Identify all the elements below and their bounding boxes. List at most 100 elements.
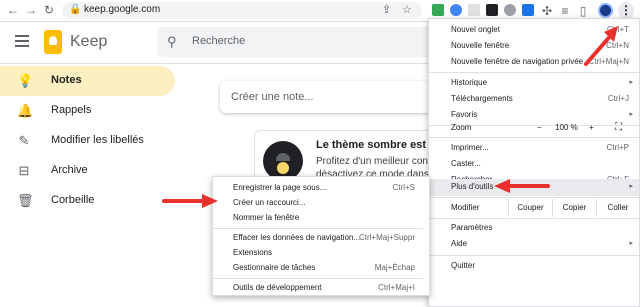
hamburger-menu-icon[interactable] xyxy=(15,35,29,50)
reading-list-icon[interactable]: ≡ xyxy=(558,4,572,18)
menu-item-label: Créer un raccourci... xyxy=(233,198,306,207)
search-placeholder: Recherche xyxy=(192,35,246,47)
sidebar-item-reminders[interactable]: 🔔 Rappels xyxy=(0,96,175,126)
note-placeholder: Créer une note... xyxy=(231,91,314,103)
submenu-item-dev-tools[interactable]: Outils de développement Ctrl+Maj+I xyxy=(213,280,429,297)
menu-item-cast[interactable]: Caster... xyxy=(429,156,639,173)
menu-item-label: Paramètres xyxy=(451,223,493,232)
menu-item-edit: Modifier Couper Copier Coller xyxy=(429,198,639,218)
share-icon[interactable]: ⇪ xyxy=(382,3,391,16)
menu-item-label: Nommer la fenêtre xyxy=(233,213,300,222)
lightbulb-icon: 💡 xyxy=(17,73,34,88)
menu-item-label: Effacer les données de navigation... xyxy=(233,233,361,242)
menu-divider xyxy=(429,137,639,138)
chevron-right-icon: ▸ xyxy=(629,111,633,118)
address-bar[interactable]: 🔒 keep.google.com ⇪ ☆ xyxy=(62,2,422,19)
sidebar-item-label: Corbeille xyxy=(51,194,95,206)
archive-icon: ⊟ xyxy=(18,163,30,178)
menu-item-label: Gestionnaire de tâches xyxy=(233,263,316,272)
menu-item-label: Quitter xyxy=(451,261,476,270)
submenu-item-task-manager[interactable]: Gestionnaire de tâches Maj+Échap xyxy=(213,260,429,277)
copy-button[interactable]: Copier xyxy=(552,199,596,217)
menu-item-label: Extensions xyxy=(233,248,273,257)
sidebar-item-notes[interactable]: 💡 Notes xyxy=(0,66,175,96)
menu-item-help[interactable]: Aide ▸ xyxy=(429,236,639,253)
menu-divider xyxy=(429,72,639,73)
menu-item-label: Imprimer... xyxy=(451,143,489,152)
chevron-right-icon: ▸ xyxy=(629,240,633,247)
annotation-arrow-more-tools xyxy=(494,179,550,193)
menu-item-shortcut: Ctrl+S xyxy=(392,183,415,192)
menu-item-shortcut: Ctrl+Maj+I xyxy=(378,283,415,292)
extension-d-icon[interactable] xyxy=(522,4,534,16)
menu-item-label: Zoom xyxy=(451,123,472,132)
sidebar-item-edit-labels[interactable]: ✎ Modifier les libellés xyxy=(0,126,175,156)
cut-button[interactable]: Couper xyxy=(508,199,552,217)
menu-item-print[interactable]: Imprimer... Ctrl+P xyxy=(429,140,639,157)
menu-item-zoom: Zoom − 100 % + ⛶ xyxy=(429,118,639,137)
forward-arrow-icon[interactable]: → xyxy=(24,3,38,17)
chevron-right-icon: ▸ xyxy=(629,183,633,190)
menu-item-quit[interactable]: Quitter xyxy=(429,258,639,275)
promo-title: Le thème sombre est di xyxy=(316,139,439,151)
sidebar-item-label: Rappels xyxy=(51,104,92,116)
header-divider xyxy=(0,63,430,64)
paste-button[interactable]: Coller xyxy=(596,199,639,217)
reload-icon[interactable]: ↻ xyxy=(42,3,56,17)
zoom-in-button[interactable]: + xyxy=(589,123,594,132)
menu-item-label: Aide xyxy=(451,239,468,248)
fullscreen-icon[interactable]: ⛶ xyxy=(615,122,622,133)
menu-item-downloads[interactable]: Téléchargements Ctrl+J xyxy=(429,91,639,108)
keep-logo xyxy=(44,30,62,54)
menu-item-label: Caster... xyxy=(451,159,481,168)
menu-item-shortcut: Ctrl+J xyxy=(607,94,629,103)
side-panel-icon[interactable]: ▯ xyxy=(576,4,590,18)
bell-icon: 🔔 xyxy=(17,103,34,118)
sidebar-item-archive[interactable]: ⊟ Archive xyxy=(0,156,175,186)
search-icon[interactable]: ⚲ xyxy=(167,34,177,50)
search-input[interactable]: ⚲ Recherche xyxy=(157,27,437,57)
zoom-out-button[interactable]: − xyxy=(537,123,542,132)
extension-green-icon[interactable] xyxy=(432,4,444,16)
menu-item-label: Nouvelle fenêtre de navigation privée xyxy=(451,57,584,66)
extension-grey-icon[interactable] xyxy=(504,4,516,16)
extension-check-icon[interactable] xyxy=(486,4,498,16)
menu-item-history[interactable]: Historique ▸ xyxy=(429,75,639,92)
menu-item-label: Nouvel onglet xyxy=(451,25,500,34)
app-name: Keep xyxy=(70,33,108,50)
sidebar-item-label: Notes xyxy=(51,74,82,86)
annotation-arrow-kebab xyxy=(584,26,618,66)
menu-divider xyxy=(429,218,639,219)
menu-item-label: Modifier xyxy=(451,203,480,212)
menu-item-shortcut: Ctrl+Maj+Suppr xyxy=(358,233,415,242)
back-arrow-icon[interactable]: ← xyxy=(6,3,20,17)
promo-text-line1: Profitez d'un meilleur confor xyxy=(316,156,440,167)
pencil-icon: ✎ xyxy=(18,133,30,148)
menu-divider xyxy=(213,278,423,279)
profile-avatar[interactable] xyxy=(598,3,613,18)
more-tools-submenu: Enregistrer la page sous... Ctrl+S Créer… xyxy=(212,176,430,296)
menu-divider xyxy=(213,228,423,229)
menu-item-label: Téléchargements xyxy=(451,94,513,103)
menu-item-label: Enregistrer la page sous... xyxy=(233,183,327,192)
sidebar-item-label: Modifier les libellés xyxy=(51,134,144,146)
submenu-item-name-window[interactable]: Nommer la fenêtre xyxy=(213,210,429,227)
chevron-right-icon: ▸ xyxy=(629,79,633,86)
kebab-menu-icon[interactable]: ⋮ xyxy=(618,2,634,19)
menu-item-label: Historique xyxy=(451,78,488,87)
create-note-input[interactable]: Créer une note... xyxy=(220,81,432,113)
sidebar-item-trash[interactable]: 🗑 Corbeille xyxy=(0,186,175,216)
menu-item-label: Outils de développement xyxy=(233,283,322,292)
sidebar-item-label: Archive xyxy=(51,164,88,176)
puzzle-extensions-icon[interactable]: ✣ xyxy=(540,4,554,18)
menu-item-shortcut: Maj+Échap xyxy=(374,263,415,272)
lock-icon[interactable]: 🔒 xyxy=(69,4,81,15)
url-text: keep.google.com xyxy=(84,4,161,15)
menu-item-label: Nouvelle fenêtre xyxy=(451,41,510,50)
star-icon[interactable]: ☆ xyxy=(402,3,412,16)
extension-page-icon[interactable] xyxy=(468,4,480,16)
menu-item-label: Plus d'outils xyxy=(451,182,494,191)
menu-item-settings[interactable]: Paramètres xyxy=(429,220,639,237)
zoom-level: 100 % xyxy=(555,123,578,132)
extension-blue-icon[interactable] xyxy=(450,4,462,16)
